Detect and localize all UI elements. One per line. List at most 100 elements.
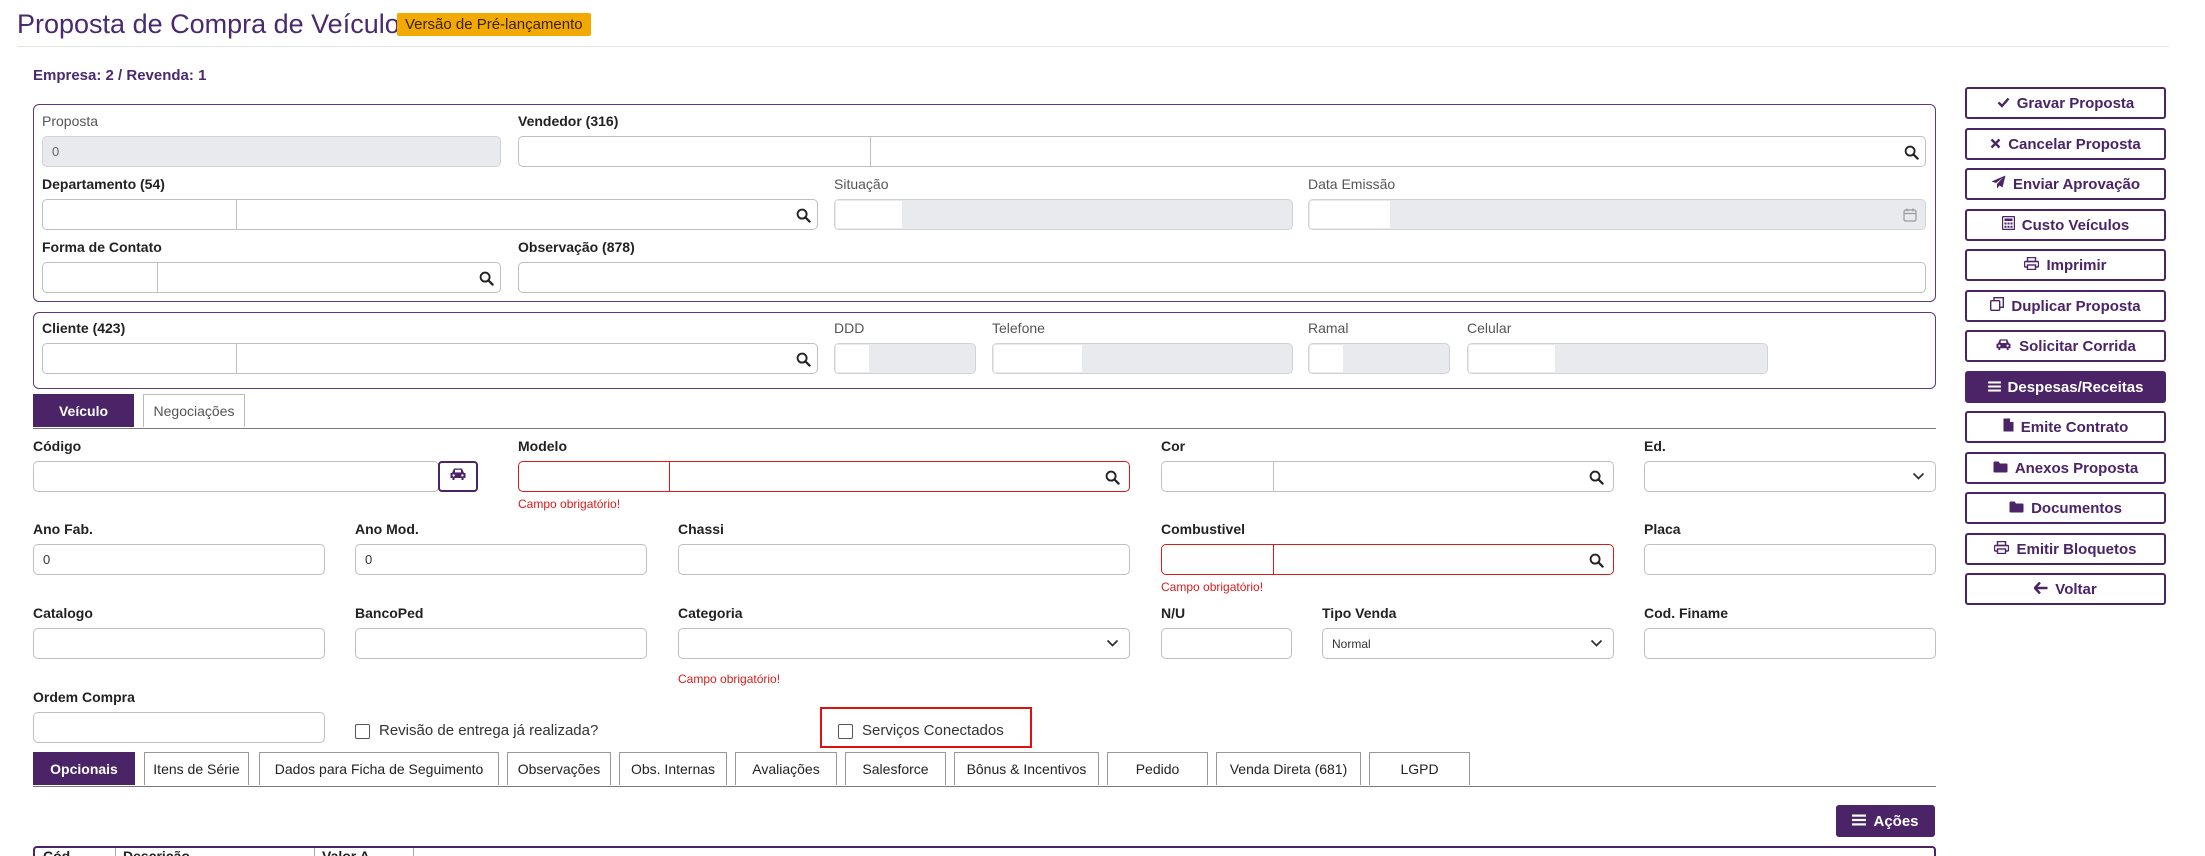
proposta-input[interactable]: 0: [42, 136, 501, 167]
forma-contato-label: Forma de Contato: [42, 239, 162, 255]
solicitar-corrida-button[interactable]: Solicitar Corrida: [1965, 330, 2166, 362]
tipo-venda-select[interactable]: Normal: [1322, 628, 1614, 659]
categoria-required-msg: Campo obrigatório!: [678, 672, 781, 686]
custo-veiculos-button[interactable]: Custo Veículos: [1965, 209, 2166, 241]
grid-header-descricao[interactable]: Descrição: [123, 849, 190, 856]
vendedor-input[interactable]: [518, 136, 1926, 167]
modelo-input[interactable]: [518, 461, 1130, 492]
chassi-input[interactable]: [678, 544, 1130, 575]
grid-col-separator: [115, 848, 116, 856]
tab-bonus-incentivos[interactable]: Bônus & Incentivos: [954, 752, 1099, 785]
revisao-label: Revisão de entrega já realizada?: [379, 722, 599, 739]
search-icon[interactable]: [796, 208, 811, 223]
tab-negociacoes[interactable]: Negociações: [143, 394, 245, 427]
bancoped-label: BancoPed: [355, 605, 424, 621]
documentos-label: Documentos: [2031, 499, 2122, 517]
categoria-select[interactable]: [678, 628, 1130, 659]
ano-mod-input[interactable]: 0: [355, 544, 647, 575]
tab-dados-ficha[interactable]: Dados para Ficha de Seguimento: [259, 752, 499, 785]
bancoped-input[interactable]: [355, 628, 647, 659]
enviar-aprovacao-button[interactable]: Enviar Aprovação: [1965, 168, 2166, 200]
cliente-label: Cliente (423): [42, 320, 126, 336]
despesas-receitas-button[interactable]: Despesas/Receitas: [1965, 371, 2166, 403]
search-icon[interactable]: [1589, 470, 1604, 485]
cod-finame-input[interactable]: [1644, 628, 1936, 659]
observacao-input[interactable]: [518, 262, 1926, 293]
ano-fab-input[interactable]: 0: [33, 544, 325, 575]
copy-icon: [1990, 297, 2005, 315]
tab-venda-direta[interactable]: Venda Direta (681): [1216, 752, 1361, 785]
acoes-label: Ações: [1873, 812, 1919, 830]
data-emissao-label: Data Emissão: [1308, 176, 1396, 192]
catalogo-input[interactable]: [33, 628, 325, 659]
chevron-down-icon: [1912, 472, 1925, 481]
emitir-bloquetos-label: Emitir Bloquetos: [2016, 540, 2137, 558]
nu-input[interactable]: [1161, 628, 1292, 659]
gravar-proposta-button[interactable]: Gravar Proposta: [1965, 87, 2166, 119]
tab-lgpd[interactable]: LGPD: [1369, 752, 1470, 785]
grid-header-cod[interactable]: Cód...: [43, 849, 82, 856]
emitir-bloquetos-button[interactable]: Emitir Bloquetos: [1965, 533, 2166, 565]
tab-veiculo[interactable]: Veículo: [33, 394, 134, 427]
tab-itens-serie[interactable]: Itens de Série: [144, 752, 249, 785]
cancelar-proposta-button[interactable]: Cancelar Proposta: [1965, 128, 2166, 160]
ordem-compra-input[interactable]: [33, 712, 325, 743]
ed-select[interactable]: [1644, 461, 1936, 492]
ano-mod-value: 0: [365, 552, 373, 567]
list-icon: [1852, 813, 1867, 830]
cod-finame-label: Cod. Finame: [1644, 605, 1729, 621]
grid-header-valor[interactable]: Valor A...: [322, 849, 381, 856]
page-title: Proposta de Compra de Veículo: [17, 9, 400, 39]
ordem-compra-label: Ordem Compra: [33, 689, 135, 705]
ano-mod-label: Ano Mod.: [355, 521, 419, 537]
car-search-button[interactable]: [438, 461, 478, 492]
search-icon[interactable]: [796, 352, 811, 367]
combustivel-required-msg: Campo obrigatório!: [1161, 580, 1264, 594]
imprimir-label: Imprimir: [2046, 256, 2107, 274]
duplicar-proposta-button[interactable]: Duplicar Proposta: [1965, 290, 2166, 322]
pre-release-badge: Versão de Pré-lançamento: [397, 13, 591, 36]
combustivel-input[interactable]: [1161, 544, 1614, 575]
imprimir-button[interactable]: Imprimir: [1965, 249, 2166, 281]
ddd-input: [834, 343, 976, 374]
tab-avaliacoes[interactable]: Avaliações: [735, 752, 837, 785]
forma-contato-input[interactable]: [42, 262, 501, 293]
cliente-input[interactable]: [42, 343, 818, 374]
emite-contrato-label: Emite Contrato: [2020, 418, 2129, 436]
bottom-tabs-divider: [33, 786, 1936, 787]
search-icon[interactable]: [1589, 553, 1604, 568]
codigo-input[interactable]: [33, 461, 439, 492]
enviar-aprovacao-label: Enviar Aprovação: [2013, 175, 2140, 193]
servicos-label: Serviços Conectados: [862, 722, 1004, 739]
search-icon[interactable]: [479, 271, 494, 286]
documentos-button[interactable]: Documentos: [1965, 492, 2166, 524]
revisao-checkbox[interactable]: [355, 724, 370, 739]
cancelar-proposta-label: Cancelar Proposta: [2008, 135, 2141, 153]
cor-input[interactable]: [1161, 461, 1614, 492]
emite-contrato-button[interactable]: Emite Contrato: [1965, 411, 2166, 443]
placa-input[interactable]: [1644, 544, 1936, 575]
tab-obs-internas[interactable]: Obs. Internas: [619, 752, 727, 785]
proposta-value: 0: [52, 144, 60, 159]
servicos-checkbox[interactable]: [838, 724, 853, 739]
tipo-venda-label: Tipo Venda: [1322, 605, 1397, 621]
catalogo-label: Catalogo: [33, 605, 93, 621]
ano-fab-label: Ano Fab.: [33, 521, 93, 537]
opcionais-grid: [33, 846, 1936, 856]
acoes-button[interactable]: Ações: [1836, 805, 1935, 837]
anexos-proposta-label: Anexos Proposta: [2014, 459, 2139, 477]
search-icon[interactable]: [1904, 145, 1919, 160]
tab-pedido[interactable]: Pedido: [1107, 752, 1208, 785]
tab-salesforce[interactable]: Salesforce: [845, 752, 946, 785]
search-icon[interactable]: [1105, 470, 1120, 485]
voltar-button[interactable]: Voltar: [1965, 573, 2166, 605]
gravar-proposta-label: Gravar Proposta: [2016, 94, 2135, 112]
data-emissao-input: [1308, 199, 1926, 230]
tab-observacoes[interactable]: Observações: [507, 752, 611, 785]
calculator-icon: [2001, 215, 2015, 234]
arrow-left-icon: [2033, 581, 2048, 598]
anexos-proposta-button[interactable]: Anexos Proposta: [1965, 452, 2166, 484]
empresa-revenda-info: Empresa: 2 / Revenda: 1: [33, 67, 207, 84]
tab-opcionais[interactable]: Opcionais: [33, 752, 135, 785]
departamento-input[interactable]: [42, 199, 818, 230]
